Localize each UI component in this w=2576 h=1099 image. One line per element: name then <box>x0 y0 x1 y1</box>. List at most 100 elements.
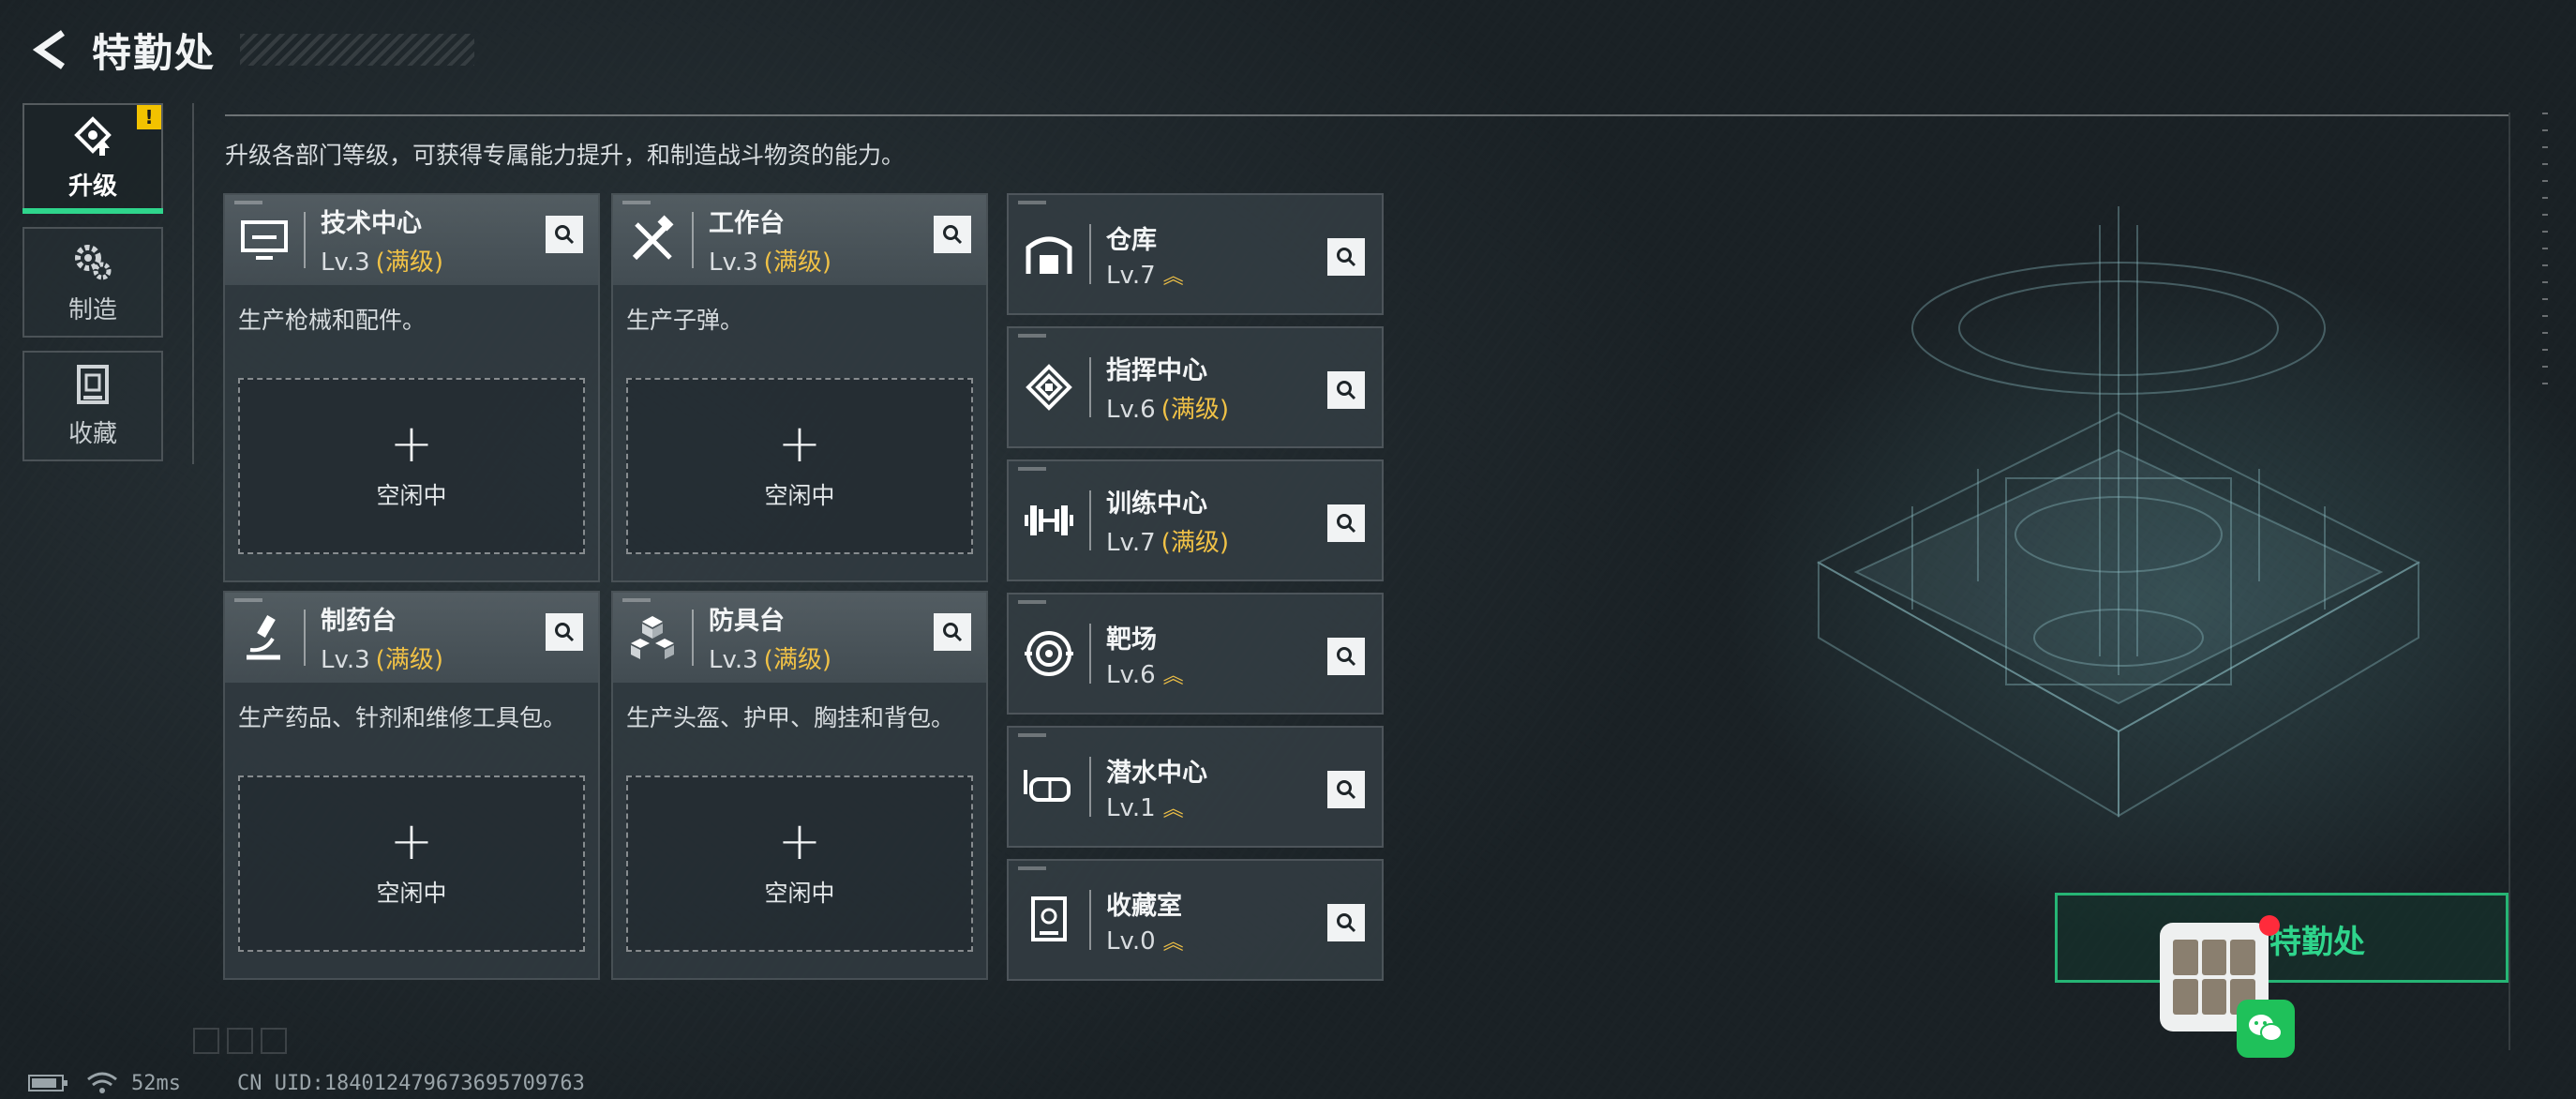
header: 特勤处 <box>26 17 475 83</box>
card-header-mark <box>622 598 651 602</box>
tab-label: 收藏 <box>67 419 117 448</box>
facility-name: 指挥中心 <box>1106 356 1207 385</box>
facility-name: 收藏室 <box>1106 891 1182 921</box>
warehouse-icon <box>1009 193 1089 315</box>
tab-collection[interactable]: 收藏 <box>22 351 163 461</box>
card-title-block: 潜水中心 Lv.1 ︽ <box>1106 752 1207 822</box>
header-separator <box>304 610 306 666</box>
inspect-button[interactable] <box>1327 771 1365 808</box>
facility-level: Lv.7 <box>1106 529 1156 557</box>
user-uid: CN UID:1840124796736957097​63 <box>236 1071 585 1095</box>
inspect-button[interactable] <box>934 613 971 651</box>
collection-case-icon <box>77 364 109 404</box>
search-icon <box>1337 647 1356 667</box>
add-icon: + <box>389 414 434 474</box>
workshop-card-armor-bench: 防具台 Lv.3 (满级) 生产头盔、护甲、胸挂和背包。 + 空闲中 <box>611 591 988 980</box>
production-slot[interactable]: + 空闲中 <box>238 378 585 554</box>
max-level-tag: (满级) <box>375 646 443 674</box>
inspect-button[interactable] <box>934 216 971 253</box>
facility-name: 仓库 <box>1106 225 1157 255</box>
tab-upgrade[interactable]: ! 升级 <box>22 103 163 214</box>
card-header: 工作台 Lv.3 (满级) <box>613 195 986 285</box>
header-separator <box>1089 624 1091 684</box>
card-title-block: 防具台 Lv.3 (满级) <box>709 600 831 675</box>
production-slot[interactable]: + 空闲中 <box>626 378 973 554</box>
facility-level-line: Lv.1 ︽ <box>1106 792 1207 822</box>
special-ops-button[interactable]: 特勤处 <box>2055 893 2509 983</box>
special-ops-label: 特勤处 <box>2269 924 2365 961</box>
header-separator <box>1089 890 1091 950</box>
facility-card-warehouse[interactable]: 仓库 Lv.7 ︽ <box>1007 193 1384 315</box>
inspect-button[interactable] <box>1327 904 1365 941</box>
card-title-block: 训练中心 Lv.7 (满级) <box>1106 483 1229 558</box>
slot-status: 空闲中 <box>376 482 447 509</box>
inspect-button[interactable] <box>1327 638 1365 675</box>
card-description: 生产头盔、护甲、胸挂和背包。 <box>626 704 955 731</box>
header-separator <box>1089 757 1091 817</box>
header-separator <box>1089 357 1091 417</box>
facility-level: Lv.3 <box>321 248 370 277</box>
facility-level-line: Lv.7 ︽ <box>1106 260 1184 290</box>
back-button[interactable] <box>26 17 73 83</box>
inspect-button[interactable] <box>1327 238 1365 276</box>
facility-card-training-center[interactable]: 训练中心 Lv.7 (满级) <box>1007 459 1384 581</box>
production-slot[interactable]: + 空闲中 <box>626 775 973 952</box>
facility-level: Lv.6 <box>1106 396 1156 424</box>
search-icon <box>1337 780 1356 800</box>
card-header-mark <box>1018 334 1046 338</box>
header-separator <box>692 212 694 268</box>
tab-label: 制造 <box>67 295 117 324</box>
facility-level-line: Lv.6 (满级) <box>1106 390 1229 425</box>
inspect-button[interactable] <box>546 613 583 651</box>
base-structure-illustration <box>1816 206 2421 818</box>
max-level-tag: (满级) <box>1161 396 1229 424</box>
card-header: 技术中心 Lv.3 (满级) <box>225 195 598 285</box>
inspect-button[interactable] <box>546 216 583 253</box>
facility-name: 训练中心 <box>1106 489 1207 519</box>
tab-craft[interactable]: 制造 <box>22 227 163 338</box>
max-level-tag: (满级) <box>375 248 443 277</box>
workshop-card-workbench: 工作台 Lv.3 (满级) 生产子弹。 + 空闲中 <box>611 193 988 582</box>
card-description: 生产子弹。 <box>626 307 744 334</box>
facility-card-command-center[interactable]: 指挥中心 Lv.6 (满级) <box>1007 326 1384 448</box>
side-tabs: ! 升级 制造 收藏 <box>22 103 163 474</box>
facility-level: Lv.1 <box>1106 793 1156 822</box>
slot-status: 空闲中 <box>376 880 447 907</box>
card-header-mark <box>1018 866 1046 870</box>
card-header-mark <box>1018 733 1046 737</box>
inspect-button[interactable] <box>1327 371 1365 409</box>
facility-name: 潜水中心 <box>1106 758 1207 788</box>
facility-level: Lv.0 <box>1106 926 1156 956</box>
facility-level: Lv.7 <box>1106 261 1156 290</box>
facility-name: 技术中心 <box>321 209 422 238</box>
max-level-tag: (满级) <box>763 646 831 674</box>
facility-card-shooting-range[interactable]: 靶场 Lv.6 ︽ <box>1007 593 1384 715</box>
wifi-icon <box>87 1072 117 1093</box>
card-header-mark <box>234 598 262 602</box>
title-decoration <box>240 34 475 66</box>
inspect-button[interactable] <box>1327 504 1365 542</box>
production-slot[interactable]: + 空闲中 <box>238 775 585 952</box>
upgrade-available-icon: ︽ <box>1162 797 1184 821</box>
search-icon <box>1337 913 1356 933</box>
upgrade-available-icon: ︽ <box>1162 264 1184 289</box>
card-header: 防具台 Lv.3 (满级) <box>613 593 986 683</box>
add-icon: + <box>389 811 434 872</box>
search-icon <box>555 623 575 642</box>
wechat-icon[interactable] <box>2237 1000 2295 1058</box>
facility-card-collection-room[interactable]: 收藏室 Lv.0 ︽ <box>1007 859 1384 981</box>
facility-level: Lv.6 <box>1106 660 1156 689</box>
side-divider <box>192 103 194 464</box>
upgrade-available-icon: ︽ <box>1162 930 1184 955</box>
card-title-block: 仓库 Lv.7 ︽ <box>1106 219 1184 290</box>
facility-name: 制药台 <box>321 607 397 636</box>
header-separator <box>1089 490 1091 550</box>
card-title-block: 工作台 Lv.3 (满级) <box>709 203 831 278</box>
card-title-block: 指挥中心 Lv.6 (满级) <box>1106 350 1229 425</box>
facility-level: Lv.3 <box>709 646 758 674</box>
facility-card-diving-center[interactable]: 潜水中心 Lv.1 ︽ <box>1007 726 1384 848</box>
card-header-mark <box>1018 600 1046 604</box>
top-divider <box>225 114 2509 116</box>
card-header-mark <box>234 201 262 204</box>
target-icon <box>1009 593 1089 715</box>
